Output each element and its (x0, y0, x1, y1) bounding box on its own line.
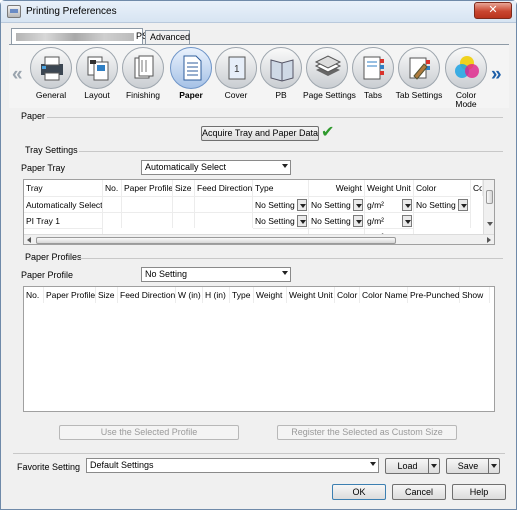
ribbon-page-settings[interactable]: Page Settings (303, 47, 356, 100)
svg-text:1: 1 (234, 64, 240, 75)
chevron-down-icon (402, 199, 412, 211)
paper-settings-panel: Paper Acquire Tray and Paper Data ✔ Tray… (15, 109, 503, 451)
ok-button[interactable]: OK (332, 484, 386, 500)
cancel-button[interactable]: Cancel (392, 484, 446, 500)
paper-profiles-grid[interactable]: No. Paper Profile Size Feed Direction W … (23, 286, 495, 412)
feature-ribbon: « » General Layout Finishing Paper 1 Cov… (9, 44, 509, 109)
chevron-down-icon[interactable] (428, 459, 439, 473)
finishing-icon (134, 55, 154, 79)
ribbon-scroll-right-icon[interactable]: » (491, 64, 502, 86)
chevron-down-icon (282, 271, 288, 275)
ribbon-layout[interactable]: Layout (73, 47, 121, 100)
ribbon-finishing[interactable]: Finishing (119, 47, 167, 100)
favorite-setting-select[interactable]: Default Settings (86, 458, 379, 473)
ribbon-tabs[interactable]: Tabs (349, 47, 397, 100)
save-button[interactable]: Save (446, 458, 500, 474)
blurred-printer-name (16, 32, 134, 41)
color-mode-icon (455, 56, 479, 78)
paper-tray-select[interactable]: Automatically Select (141, 160, 291, 175)
weight-unit-select[interactable]: g/m² (365, 212, 414, 228)
acquire-tray-paper-data-button[interactable]: Acquire Tray and Paper Data (201, 126, 319, 141)
check-icon: ✔ (321, 124, 335, 141)
chevron-down-icon (353, 199, 363, 211)
tab-ps[interactable]: PS (11, 28, 148, 44)
ribbon-color-mode[interactable]: Color Mode (442, 47, 490, 109)
paper-profiles-divider (79, 258, 503, 259)
section-divider (47, 117, 503, 118)
scroll-left-icon[interactable] (27, 237, 31, 243)
title-bar[interactable]: Printing Preferences ✕ (1, 1, 516, 23)
load-button[interactable]: Load (385, 458, 440, 474)
type-select[interactable]: No Setting (253, 212, 309, 228)
ribbon-paper[interactable]: Paper (167, 47, 215, 100)
help-button[interactable]: Help (452, 484, 506, 500)
printer-app-icon (7, 5, 21, 18)
tray-grid-vertical-scrollbar[interactable] (483, 180, 494, 234)
printer-icon (41, 56, 63, 81)
tray-settings-divider (79, 151, 503, 152)
favorite-setting-label: Favorite Setting (17, 462, 81, 472)
tray-grid-header: Tray No. Paper Profile Size Feed Directi… (24, 180, 494, 196)
tab-settings-icon (409, 57, 430, 80)
profile-grid-header: No. Paper Profile Size Feed Direction W … (24, 287, 494, 303)
paper-profiles-label: Paper Profiles (25, 252, 82, 262)
paper-profile-select[interactable]: No Setting (141, 267, 291, 282)
chevron-down-icon (353, 215, 363, 227)
ribbon-pb[interactable]: PB (257, 47, 305, 100)
paper-profile-label: Paper Profile (21, 270, 74, 280)
tab-advanced-label: Advanced (150, 32, 191, 42)
tab-advanced[interactable]: Advanced (145, 30, 190, 44)
weight-select[interactable]: No Setting (309, 212, 365, 228)
chevron-down-icon (370, 462, 376, 466)
table-row[interactable]: Automatically Select No Setting No Setti… (24, 196, 494, 212)
table-row[interactable]: PI Tray 1 No Setting No Setting g/m² (24, 212, 494, 228)
chevron-down-icon (297, 215, 307, 227)
tray-settings-label: Tray Settings (25, 145, 78, 155)
use-selected-profile-button[interactable]: Use the Selected Profile (59, 425, 239, 440)
chevron-down-icon (402, 215, 412, 227)
chevron-down-icon (458, 199, 468, 211)
section-paper-label: Paper (21, 111, 46, 121)
register-custom-size-button[interactable]: Register the Selected as Custom Size (277, 425, 457, 440)
chevron-down-icon (282, 164, 288, 168)
close-button[interactable]: ✕ (474, 2, 512, 19)
ribbon-general[interactable]: General (27, 47, 75, 100)
printing-preferences-window: Printing Preferences ✕ PS Advanced « » G… (0, 0, 517, 510)
tray-grid-horizontal-scrollbar[interactable] (24, 234, 494, 244)
footer-divider (13, 453, 505, 454)
window-title: Printing Preferences (26, 6, 117, 17)
weight-unit-select[interactable]: g/m² (365, 196, 414, 212)
weight-select[interactable]: No Setting (309, 196, 365, 212)
scroll-right-icon[interactable] (487, 237, 491, 243)
book-icon (270, 59, 294, 82)
chevron-down-icon[interactable] (488, 459, 499, 473)
scrollbar-thumb[interactable] (486, 190, 493, 204)
color-select[interactable]: No Setting (414, 196, 471, 212)
tabs-icon (363, 56, 384, 80)
scrollbar-thumb[interactable] (36, 237, 396, 244)
ribbon-cover[interactable]: 1 Cover (212, 47, 260, 100)
layout-icon (87, 56, 109, 81)
scroll-down-icon[interactable] (487, 222, 493, 226)
tray-settings-grid[interactable]: Tray No. Paper Profile Size Feed Directi… (23, 179, 495, 245)
page-settings-icon (314, 55, 342, 76)
chevron-down-icon (297, 199, 307, 211)
paper-icon (183, 55, 202, 81)
type-select[interactable]: No Setting (253, 196, 309, 212)
paper-tray-label: Paper Tray (21, 163, 66, 173)
ribbon-scroll-left-icon[interactable]: « (12, 64, 23, 86)
ribbon-tab-settings[interactable]: Tab Settings (395, 47, 443, 100)
cover-icon: 1 (228, 56, 246, 80)
